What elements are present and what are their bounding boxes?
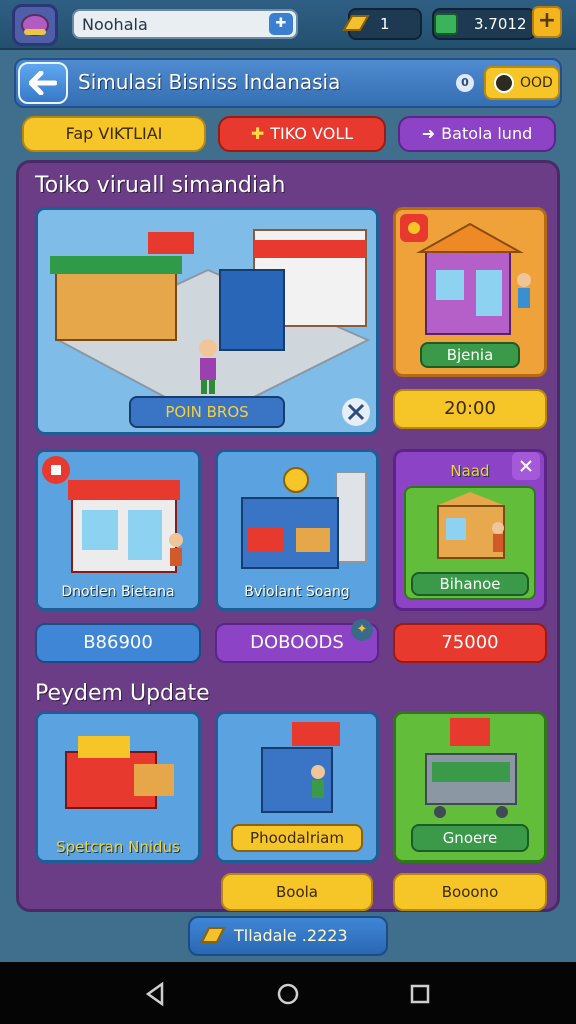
store-card-2-label: Dnotlen Bietana <box>61 584 175 600</box>
filter-pill-3-label: Batola lund <box>441 124 533 143</box>
update-card-3-label: Gnoere <box>411 824 529 852</box>
footer-label: Tlladale .2223 <box>234 926 348 945</box>
gold-icon <box>200 927 226 943</box>
system-nav-bar <box>0 962 576 1024</box>
filter-pill-3[interactable]: ➜ Batola lund <box>398 116 556 152</box>
home-nav-icon[interactable] <box>274 980 302 1008</box>
arrow-icon: ➜ <box>421 124 436 143</box>
coin-button-label: OOD <box>520 75 553 91</box>
avatar[interactable] <box>12 4 58 46</box>
cash-value: 3.7012 <box>474 15 527 33</box>
search-button[interactable]: ✚ <box>269 13 293 35</box>
virtual-store-title: Toiko viruall simandiah <box>35 173 286 198</box>
back-button[interactable] <box>18 62 68 104</box>
update-button-2[interactable]: Booono <box>393 873 547 911</box>
coin-icon <box>494 73 514 93</box>
gold-value: 1 <box>380 15 390 33</box>
arrow-left-icon <box>29 71 57 95</box>
top-status-bar: Noohala ✚ 1 3.7012 + <box>0 0 576 50</box>
store-panel: Toiko viruall simandiah POIN BROS Bjenia… <box>16 160 560 912</box>
expand-icon[interactable] <box>342 398 370 426</box>
search-icon: ✚ <box>275 16 287 31</box>
search-input[interactable]: Noohala ✚ <box>72 9 298 39</box>
search-value: Noohala <box>82 15 148 34</box>
value-button-2[interactable]: DOBOODS ✦ <box>215 619 379 663</box>
title-bar: Simulasi Bisniss Indanasia 0 OOD <box>14 58 562 108</box>
filter-pill-1-label: Fap VIKTLIAI <box>65 124 163 143</box>
value-button-2-label: DOBOODS <box>250 632 344 653</box>
side-store-label: Bjenia <box>420 342 520 368</box>
update-card-2[interactable]: Phoodalriam <box>215 711 379 863</box>
side-store-price-button[interactable]: 20:00 <box>393 389 547 429</box>
settings-icon: ✦ <box>351 619 373 641</box>
update-card-3[interactable]: Gnoere <box>393 711 547 863</box>
store-card-4-label: Bihanoe <box>411 572 529 596</box>
store-card-3[interactable]: Bviolant Soang <box>215 449 379 611</box>
side-store-card[interactable]: Bjenia <box>393 207 547 377</box>
main-store-label: POIN BROS <box>129 396 285 428</box>
filter-pill-2[interactable]: ✚ TIKO VOLL <box>218 116 386 152</box>
footer-pill[interactable]: Tlladale .2223 <box>188 916 388 956</box>
info-icon[interactable]: 0 <box>456 74 474 92</box>
filter-pill-1[interactable]: Fap VIKTLIAI <box>22 116 206 152</box>
close-icon[interactable] <box>512 452 540 480</box>
update-card-1[interactable]: Spetcran Nnidus <box>35 711 201 863</box>
plus-icon: ✚ <box>250 124 265 143</box>
cash-icon <box>434 13 458 35</box>
resource-bar-gem: 3.7012 <box>432 8 536 40</box>
update-section-title: Peydem Update <box>35 681 210 706</box>
profile-icon <box>21 14 49 36</box>
update-card-1-label: Spetcran Nnidus <box>56 838 180 856</box>
value-button-1[interactable]: B86900 <box>35 623 201 663</box>
store-card-3-label: Bviolant Soang <box>244 584 350 600</box>
store-card-2[interactable]: Dnotlen Bietana <box>35 449 201 611</box>
recents-nav-icon[interactable] <box>406 980 434 1008</box>
update-card-2-label: Phoodalriam <box>231 824 363 852</box>
store-card-4[interactable]: Naad Bihanoe <box>393 449 547 611</box>
resource-bar-gold: 1 <box>342 8 422 40</box>
main-store-card[interactable]: POIN BROS <box>35 207 379 435</box>
store-card-4-inner: Bihanoe <box>404 486 536 600</box>
coin-button[interactable]: OOD <box>484 66 560 100</box>
gold-bar-icon <box>342 15 370 31</box>
value-button-3[interactable]: 75000 <box>393 623 547 663</box>
page-title: Simulasi Bisniss Indanasia <box>78 70 341 94</box>
back-nav-icon[interactable] <box>142 980 170 1008</box>
filter-pill-2-label: TIKO VOLL <box>270 124 354 143</box>
flag-icon <box>42 456 70 484</box>
add-currency-button[interactable]: + <box>532 6 562 38</box>
hot-badge-icon <box>400 214 428 242</box>
update-button-1[interactable]: Boola <box>221 873 373 911</box>
